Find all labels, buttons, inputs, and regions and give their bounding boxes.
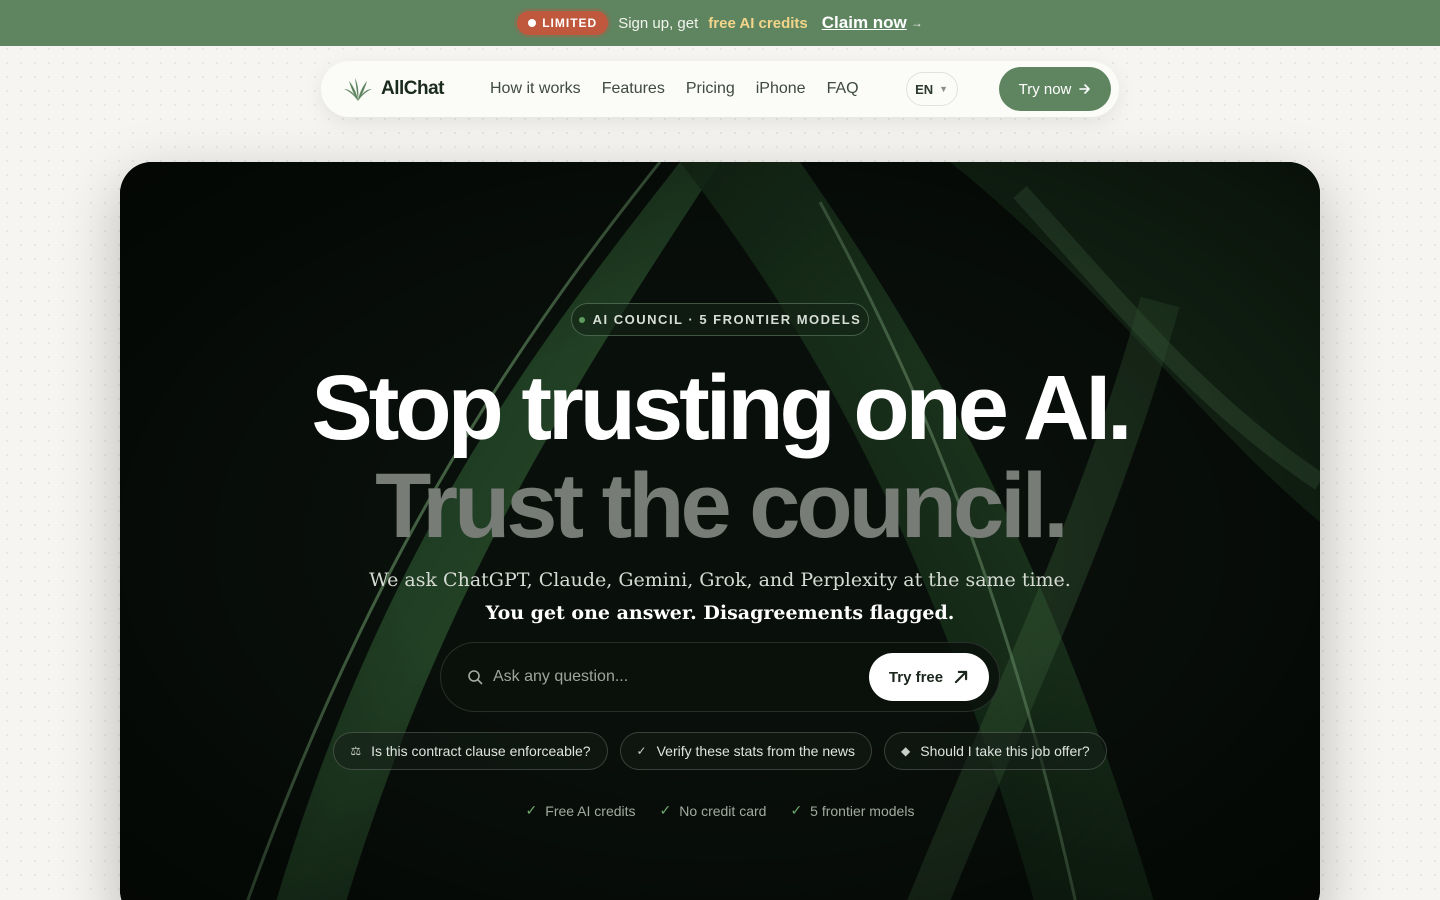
- eyebrow-pill: AI COUNCIL · 5 FRONTIER MODELS: [571, 303, 869, 336]
- limited-badge: LIMITED: [517, 11, 609, 35]
- diamond-icon: ◆: [901, 744, 911, 758]
- language-selector[interactable]: EN ▼: [905, 72, 958, 106]
- example-prompts: ⚖ Is this contract clause enforceable? ✓…: [120, 732, 1320, 770]
- perk-item: ✓ 5 frontier models: [790, 802, 914, 819]
- promo-text: Sign up, get: [618, 14, 699, 32]
- language-label: EN: [915, 81, 934, 97]
- perk-item: ✓ Free AI credits: [526, 802, 636, 819]
- try-now-button[interactable]: Try now: [999, 67, 1111, 111]
- navbar: AllChat How it works Features Pricing iP…: [321, 61, 1119, 117]
- scales-icon: ⚖: [350, 744, 362, 758]
- nav-link-pricing[interactable]: Pricing: [686, 80, 735, 98]
- eyebrow-text: AI COUNCIL · 5 FRONTIER MODELS: [592, 312, 862, 327]
- chevron-down-icon: ▼: [939, 84, 949, 94]
- chip-label: Verify these stats from the news: [656, 743, 856, 759]
- nav-link-how-it-works[interactable]: How it works: [490, 80, 581, 98]
- badge-label: LIMITED: [542, 16, 598, 30]
- arrow-right-icon: [1079, 84, 1091, 94]
- chip-label: Is this contract clause enforceable?: [371, 743, 591, 759]
- check-icon: ✓: [525, 802, 538, 818]
- hero-section: AI COUNCIL · 5 FRONTIER MODELS Stop trus…: [120, 162, 1320, 900]
- question-input[interactable]: [493, 668, 869, 686]
- perks-list: ✓ Free AI credits ✓ No credit card ✓ 5 f…: [120, 802, 1320, 819]
- example-chip-verify-stats[interactable]: ✓ Verify these stats from the news: [619, 732, 873, 770]
- hero-content: AI COUNCIL · 5 FRONTIER MODELS Stop trus…: [120, 162, 1320, 900]
- subheadline: We ask ChatGPT, Claude, Gemini, Grok, an…: [369, 569, 1071, 591]
- brand-name: AllChat: [381, 78, 445, 99]
- headline-secondary: Trust the council.: [375, 455, 1069, 557]
- arrow-right-icon: →: [910, 16, 923, 30]
- try-free-button[interactable]: Try free: [869, 653, 989, 701]
- perk-item: ✓ No credit card: [660, 802, 767, 819]
- example-chip-job-offer[interactable]: ◆ Should I take this job offer?: [884, 732, 1107, 770]
- try-now-label: Try now: [1018, 80, 1072, 98]
- chip-label: Should I take this job offer?: [920, 743, 1090, 759]
- promo-highlight: free AI credits: [708, 14, 808, 32]
- perk-label: 5 frontier models: [810, 802, 915, 819]
- arrow-up-right-icon: [954, 670, 968, 684]
- perk-label: No credit card: [679, 802, 767, 819]
- example-chip-contract[interactable]: ⚖ Is this contract clause enforceable?: [333, 732, 608, 770]
- brand-logo[interactable]: AllChat: [343, 75, 445, 103]
- check-icon: ✓: [790, 802, 803, 818]
- question-search-bar: Try free: [440, 642, 1000, 712]
- status-dot-icon: [578, 316, 585, 323]
- check-icon: ✓: [636, 744, 647, 758]
- leaf-logo-icon: [344, 78, 372, 101]
- check-icon: ✓: [659, 802, 672, 818]
- search-icon: [468, 670, 483, 685]
- try-free-label: Try free: [888, 668, 944, 686]
- nav-links: How it works Features Pricing iPhone FAQ: [490, 80, 859, 98]
- subheadline-emphasis: You get one answer. Disagreements flagge…: [485, 602, 955, 624]
- promo-bar: LIMITED Sign up, get free AI credits Cla…: [0, 0, 1440, 46]
- nav-link-iphone[interactable]: iPhone: [756, 80, 806, 98]
- nav-link-faq[interactable]: FAQ: [827, 80, 859, 98]
- nav-link-features[interactable]: Features: [602, 80, 665, 98]
- perk-label: Free AI credits: [545, 802, 636, 819]
- claim-now-link[interactable]: Claim now: [822, 13, 907, 33]
- headline-primary: Stop trusting one AI.: [311, 357, 1132, 459]
- badge-dot-icon: [528, 19, 537, 27]
